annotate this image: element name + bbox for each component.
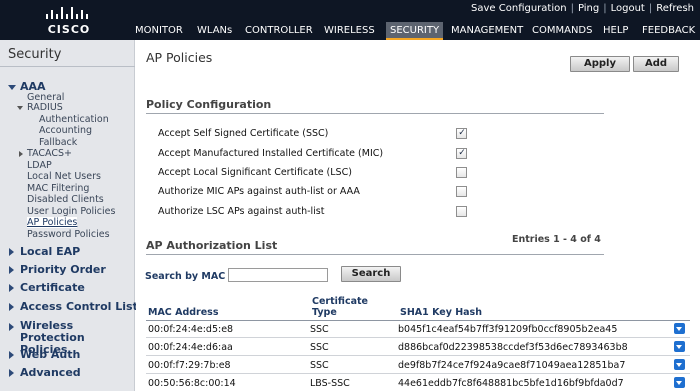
sidebar-item-certificate[interactable]: Certificate xyxy=(20,281,85,294)
policy-label-authorize-lsc: Authorize LSC APs against auth-list xyxy=(158,206,325,217)
section-divider xyxy=(146,113,604,114)
menu-wlans[interactable]: WLANs xyxy=(197,22,232,40)
expand-down-icon[interactable] xyxy=(17,106,23,110)
column-header-mac: MAC Address xyxy=(148,307,219,318)
menu-commands[interactable]: COMMANDS xyxy=(532,22,592,40)
sidebar-item-advanced[interactable]: Advanced xyxy=(20,366,81,379)
cell-type: SSC xyxy=(310,360,329,371)
expand-down-icon[interactable] xyxy=(8,85,16,90)
cell-type: SSC xyxy=(310,324,329,335)
cell-hash: de9f8b7f24ce7f924a9cae8f71049aea12851ba7 xyxy=(398,360,626,371)
top-links: Save Configuration | Ping | Logout | Refresh xyxy=(471,3,694,14)
table-row: 00:0f:24:4e:d5:e8 SSC b045f1c4eaf54b7ff3… xyxy=(146,321,690,338)
main-content: AP Policies Apply Add Policy Configurati… xyxy=(136,40,700,391)
sidebar-divider xyxy=(0,66,135,67)
expand-right-icon[interactable] xyxy=(9,323,14,331)
sidebar-item-user-login-policies[interactable]: User Login Policies xyxy=(27,206,115,217)
sidebar-title: Security xyxy=(8,47,62,62)
policy-label-lsc: Accept Local Significant Certificate (LS… xyxy=(158,167,352,178)
menu-wireless[interactable]: WIRELESS xyxy=(324,22,375,40)
row-dropdown-icon[interactable] xyxy=(674,377,685,388)
sidebar-item-ap-policies[interactable]: AP Policies xyxy=(27,217,78,228)
cell-hash: d886bcaf0d22398538ccdef3f53d6ec7893463b8 xyxy=(398,342,628,353)
top-bar: CISCO Save Configuration | Ping | Logout | Ref… xyxy=(0,0,700,40)
policy-label-ssc: Accept Self Signed Certificate (SSC) xyxy=(158,128,329,139)
sidebar-item-web-auth[interactable]: Web Auth xyxy=(20,348,80,361)
search-button[interactable]: Search xyxy=(341,266,401,282)
checkbox-accept-mic[interactable]: ✓ xyxy=(456,148,467,159)
menu-feedback[interactable]: FEEDBACK xyxy=(642,22,695,40)
add-button[interactable]: Add xyxy=(633,56,679,72)
logout-link[interactable]: Logout xyxy=(611,3,645,14)
menu-management[interactable]: MANAGEMENT xyxy=(451,22,523,40)
cell-mac: 00:50:56:8c:00:14 xyxy=(148,378,236,389)
sidebar-item-accounting[interactable]: Accounting xyxy=(39,125,92,136)
expand-right-icon[interactable] xyxy=(19,151,23,157)
cell-type: LBS-SSC xyxy=(310,378,350,389)
save-configuration-link[interactable]: Save Configuration xyxy=(471,3,567,14)
cisco-bridge-icon xyxy=(46,7,88,19)
checkmark-icon: ✓ xyxy=(458,148,466,158)
menu-controller[interactable]: CONTROLLER xyxy=(245,22,313,40)
ap-authorization-list-heading: AP Authorization List xyxy=(146,239,278,252)
section-divider xyxy=(146,254,604,255)
policy-label-authorize-mic: Authorize MIC APs against auth-list or A… xyxy=(158,186,360,197)
sidebar-item-priority-order[interactable]: Priority Order xyxy=(20,263,106,276)
expand-right-icon[interactable] xyxy=(9,284,14,292)
policy-label-mic: Accept Manufactured Installed Certificat… xyxy=(158,148,384,159)
expand-right-icon[interactable] xyxy=(9,248,14,256)
row-dropdown-icon[interactable] xyxy=(674,341,685,352)
checkbox-accept-ssc[interactable]: ✓ xyxy=(456,128,467,139)
cell-type: SSC xyxy=(310,342,329,353)
checkbox-authorize-mic[interactable] xyxy=(456,186,467,197)
cell-mac: 00:0f:24:4e:d5:e8 xyxy=(148,324,234,335)
checkmark-icon: ✓ xyxy=(458,128,466,138)
sidebar-item-tacacs[interactable]: TACACS+ xyxy=(27,148,72,159)
sidebar-item-disabled-clients[interactable]: Disabled Clients xyxy=(27,194,104,205)
cisco-wordmark: CISCO xyxy=(47,23,91,36)
column-header-type-line1: Certificate xyxy=(312,296,368,307)
sidebar-item-authentication[interactable]: Authentication xyxy=(39,114,109,125)
entries-count: Entries 1 - 4 of 4 xyxy=(512,234,601,245)
menu-monitor[interactable]: MONITOR xyxy=(135,22,183,40)
table-row: 00:50:56:8c:00:14 LBS-SSC 44e61eddb7fc8f… xyxy=(146,375,690,391)
expand-right-icon[interactable] xyxy=(9,266,14,274)
row-dropdown-icon[interactable] xyxy=(674,323,685,334)
sidebar-item-radius[interactable]: RADIUS xyxy=(27,102,63,113)
search-mac-input[interactable] xyxy=(228,268,328,282)
sidebar-item-password-policies[interactable]: Password Policies xyxy=(27,229,110,240)
column-header-hash: SHA1 Key Hash xyxy=(400,307,482,318)
cisco-logo: CISCO xyxy=(34,5,104,36)
column-header-type-line2: Type xyxy=(312,307,337,318)
expand-right-icon[interactable] xyxy=(9,369,14,377)
search-label: Search by MAC xyxy=(145,271,226,282)
table-row: 00:0f:f7:29:7b:e8 SSC de9f8b7f24ce7f924a… xyxy=(146,357,690,374)
checkbox-accept-lsc[interactable] xyxy=(456,167,467,178)
expand-right-icon[interactable] xyxy=(9,303,14,311)
row-dropdown-icon[interactable] xyxy=(674,359,685,370)
checkbox-authorize-lsc[interactable] xyxy=(456,206,467,217)
sidebar-item-mac-filtering[interactable]: MAC Filtering xyxy=(27,183,89,194)
sidebar-item-local-eap[interactable]: Local EAP xyxy=(20,245,80,258)
refresh-link[interactable]: Refresh xyxy=(656,3,694,14)
cell-hash: 44e61eddb7fc8f648881bc5bfe1d16bf9bfda0d7 xyxy=(398,378,624,389)
sidebar-item-local-net-users[interactable]: Local Net Users xyxy=(27,171,101,182)
menu-help[interactable]: HELP xyxy=(603,22,628,40)
sidebar-item-ldap[interactable]: LDAP xyxy=(27,160,52,171)
sidebar-item-access-control-lists[interactable]: Access Control Lists xyxy=(20,300,144,313)
ping-link[interactable]: Ping xyxy=(578,3,599,14)
cell-hash: b045f1c4eaf54b7ff3f91209fb0ccf8905b2ea45 xyxy=(398,324,618,335)
menu-security[interactable]: SECURITY xyxy=(386,22,444,40)
policy-configuration-heading: Policy Configuration xyxy=(146,98,272,111)
expand-right-icon[interactable] xyxy=(9,351,14,359)
cell-mac: 00:0f:f7:29:7b:e8 xyxy=(148,360,231,371)
sidebar: Security AAA General RADIUS Authenticati… xyxy=(0,40,144,391)
table-row: 00:0f:24:4e:d6:aa SSC d886bcaf0d22398538… xyxy=(146,339,690,356)
page-title: AP Policies xyxy=(146,50,213,65)
sidebar-item-fallback[interactable]: Fallback xyxy=(39,137,77,148)
cell-mac: 00:0f:24:4e:d6:aa xyxy=(148,342,233,353)
apply-button[interactable]: Apply xyxy=(570,56,630,72)
